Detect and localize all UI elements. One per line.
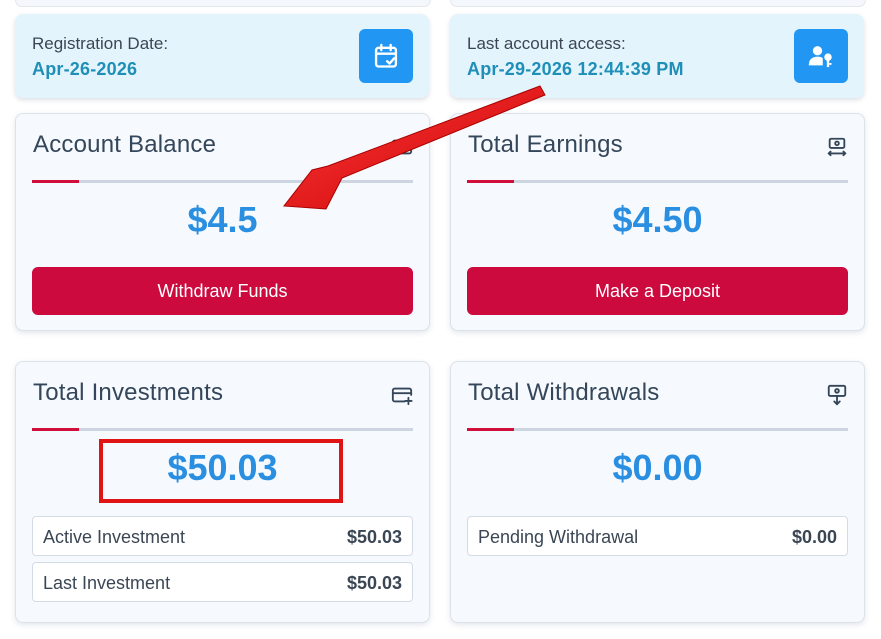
total-withdrawals-title: Total Withdrawals <box>468 379 660 406</box>
top-strip-right <box>450 0 866 7</box>
last-access-card: Last account access: Apr-29-2026 12:44:3… <box>450 14 864 98</box>
card-icon <box>391 139 413 155</box>
money-exchange-icon <box>827 137 847 157</box>
active-investment-value: $50.03 <box>346 527 402 547</box>
registration-date-label: Registration Date: <box>32 34 169 53</box>
active-investment-row: Active Investment $50.03 <box>32 516 413 556</box>
withdraw-funds-button[interactable]: Withdraw Funds <box>32 267 413 315</box>
total-withdrawals-divider <box>467 428 848 431</box>
pending-withdrawal-row: Pending Withdrawal $0.00 <box>467 516 848 556</box>
last-access-value: Apr-29-2026 12:44:39 PM <box>467 59 684 79</box>
total-earnings-title: Total Earnings <box>468 131 623 158</box>
user-key-icon <box>808 46 832 68</box>
last-investment-label: Last Investment <box>43 573 171 593</box>
pending-withdrawal-label: Pending Withdrawal <box>478 527 639 547</box>
highlight-rectangle <box>99 439 343 503</box>
total-earnings-card: Total Earnings $4.50 Make a Deposit <box>450 113 865 331</box>
last-investment-value: $50.03 <box>346 573 402 593</box>
registration-date-card: Registration Date: Apr-26-2026 <box>15 14 429 98</box>
active-investment-label: Active Investment <box>43 527 186 547</box>
last-access-icon-button <box>794 29 848 83</box>
registration-icon-button <box>359 29 413 83</box>
total-investments-title: Total Investments <box>33 379 224 406</box>
total-earnings-divider <box>467 180 848 183</box>
last-investment-row: Last Investment $50.03 <box>32 562 413 602</box>
account-balance-amount: $4.5 <box>187 199 258 240</box>
card-plus-icon <box>391 387 413 406</box>
top-strip-left <box>15 0 431 7</box>
account-balance-card: Account Balance $4.5 Withdraw Funds <box>15 113 430 331</box>
account-balance-title: Account Balance <box>33 131 217 158</box>
total-investments-divider <box>32 428 413 431</box>
calendar-check-icon <box>374 43 398 68</box>
pending-withdrawal-value: $0.00 <box>791 527 837 547</box>
registration-date-value: Apr-26-2026 <box>32 59 138 79</box>
make-deposit-button[interactable]: Make a Deposit <box>467 267 848 315</box>
total-withdrawals-card: Total Withdrawals $0.00 Pending Withdraw… <box>450 361 865 623</box>
last-access-label: Last account access: <box>467 34 626 53</box>
total-withdrawals-amount: $0.00 <box>612 447 703 488</box>
money-down-icon <box>827 384 847 406</box>
total-earnings-amount: $4.50 <box>612 199 703 240</box>
account-balance-divider <box>32 180 413 183</box>
